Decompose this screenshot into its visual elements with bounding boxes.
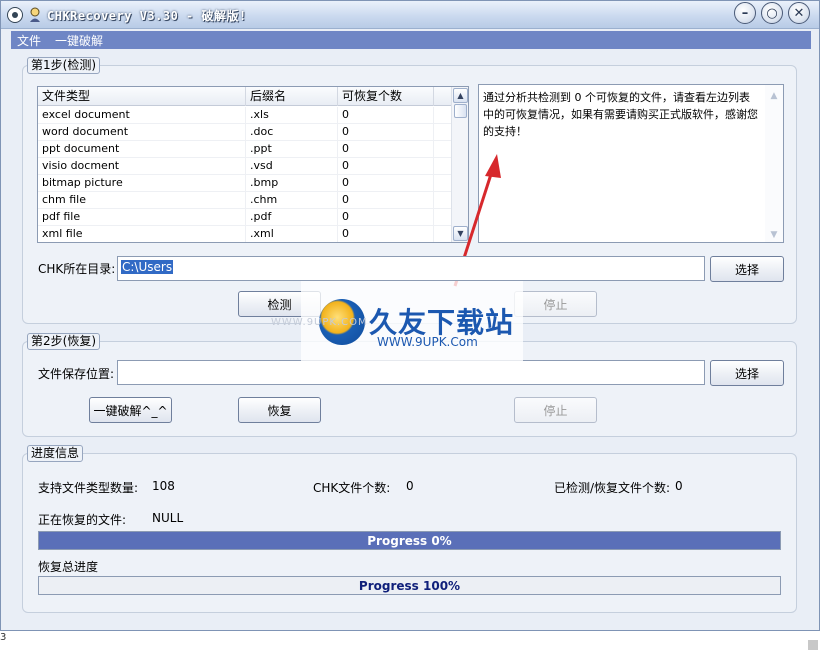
system-menu-icon[interactable] [7,7,23,23]
cell-type: word document [38,124,246,141]
info-textbox[interactable]: 通过分析共检测到 0 个可恢复的文件，请查看左边列表中的可恢复情况，如果有需要请… [478,84,784,243]
save-location-label: 文件保存位置: [38,367,115,381]
close-button[interactable]: ✕ [788,2,810,24]
restore-button[interactable]: ○ [761,2,783,24]
table-row[interactable]: chm file .chm 0 [38,192,451,209]
checked-count-label: 已检测/恢复文件个数: [554,481,671,495]
column-file-type[interactable]: 文件类型 [38,87,246,106]
one-click-crack-button[interactable]: 一键破解^_^ [89,397,172,423]
scroll-thumb[interactable] [454,104,467,118]
file-type-table[interactable]: 文件类型 后缀名 可恢复个数 excel document .xls 0 wor… [37,86,469,243]
cell-type: pdf file [38,209,246,226]
select-save-button[interactable]: 选择 [710,360,784,386]
corner-text: 3 [0,632,7,643]
cell-ext: .bmp [246,175,338,192]
step1-label: 第1步(检测) [27,57,100,74]
supported-types-value: 108 [152,479,175,493]
table-row[interactable]: visio docment .vsd 0 [38,158,451,175]
total-progress-text: Progress 100% [358,578,461,593]
file-progress-bar: Progress 0% [38,531,781,550]
table-row[interactable]: xml file .xml 0 [38,226,451,242]
app-window: CHKRecovery V3.30 - 破解版! – ○ ✕ 文件 一键破解 第… [0,0,820,631]
cell-ext: .xml [246,226,338,242]
scroll-up-icon[interactable]: ▲ [768,88,780,101]
current-file-value: NULL [152,511,184,525]
checked-count-value: 0 [675,479,683,493]
chk-dir-input[interactable]: C:\Users [117,256,705,281]
chk-dir-value: C:\Users [121,260,174,274]
cell-count: 0 [338,209,434,226]
window-title: CHKRecovery V3.30 - 破解版! [47,9,247,23]
cell-type: chm file [38,192,246,209]
chk-count-value: 0 [406,479,414,493]
watermark-url: WWW.9UPK.Com [377,335,478,349]
select-dir-button[interactable]: 选择 [710,256,784,282]
cell-count: 0 [338,107,434,124]
cell-ext: .pdf [246,209,338,226]
cell-count: 0 [338,175,434,192]
cell-type: excel document [38,107,246,124]
file-progress-text: Progress 0% [367,533,452,548]
table-row[interactable]: ppt document .ppt 0 [38,141,451,158]
chk-dir-label: CHK所在目录: [38,262,116,276]
cell-type: ppt document [38,141,246,158]
cell-count: 0 [338,124,434,141]
minimize-button[interactable]: – [734,2,756,24]
cell-count: 0 [338,141,434,158]
column-recoverable-count[interactable]: 可恢复个数 [338,87,434,106]
menu-file[interactable]: 文件 [17,32,41,49]
table-row[interactable]: excel document .xls 0 [38,107,451,124]
resize-grip[interactable] [808,640,818,650]
menu-bar: 文件 一键破解 [11,31,811,49]
chk-count-label: CHK文件个数: [313,481,391,495]
cell-ext: .vsd [246,158,338,175]
title-bar[interactable]: CHKRecovery V3.30 - 破解版! – ○ ✕ [1,1,819,29]
table-header: 文件类型 后缀名 可恢复个数 [38,87,451,106]
table-row[interactable]: pdf file .pdf 0 [38,209,451,226]
info-text: 通过分析共检测到 0 个可恢复的文件，请查看左边列表中的可恢复情况，如果有需要请… [483,91,758,138]
restore-files-button[interactable]: 恢复 [238,397,321,423]
cell-count: 0 [338,158,434,175]
cell-count: 0 [338,192,434,209]
cell-type: bitmap picture [38,175,246,192]
watermark-faint-text: WWW.9UPK.COM [271,317,368,328]
scroll-down-icon[interactable]: ▼ [768,227,780,240]
cell-ext: .ppt [246,141,338,158]
step2-label: 第2步(恢复) [27,333,100,350]
total-progress-label: 恢复总进度 [38,560,99,574]
cell-count: 0 [338,226,434,242]
column-extension[interactable]: 后缀名 [246,87,338,106]
app-logo-icon [30,7,40,22]
info-scrollbar[interactable]: ▲ ▼ [765,85,783,242]
table-row[interactable]: bitmap picture .bmp 0 [38,175,451,192]
progress-label: 进度信息 [27,445,84,462]
table-row[interactable]: word document .doc 0 [38,124,451,141]
stop-restore-button[interactable]: 停止 [514,397,597,423]
cell-type: xml file [38,226,246,242]
current-file-label: 正在恢复的文件: [38,513,127,527]
supported-types-label: 支持文件类型数量: [38,481,139,495]
total-progress-bar: Progress 100% [38,576,781,595]
stop-detect-button[interactable]: 停止 [514,291,597,317]
cell-ext: .doc [246,124,338,141]
scroll-up-icon[interactable]: ▲ [453,88,468,103]
cell-ext: .xls [246,107,338,124]
cell-type: visio docment [38,158,246,175]
menu-one-click-crack[interactable]: 一键破解 [55,32,103,49]
cell-ext: .chm [246,192,338,209]
